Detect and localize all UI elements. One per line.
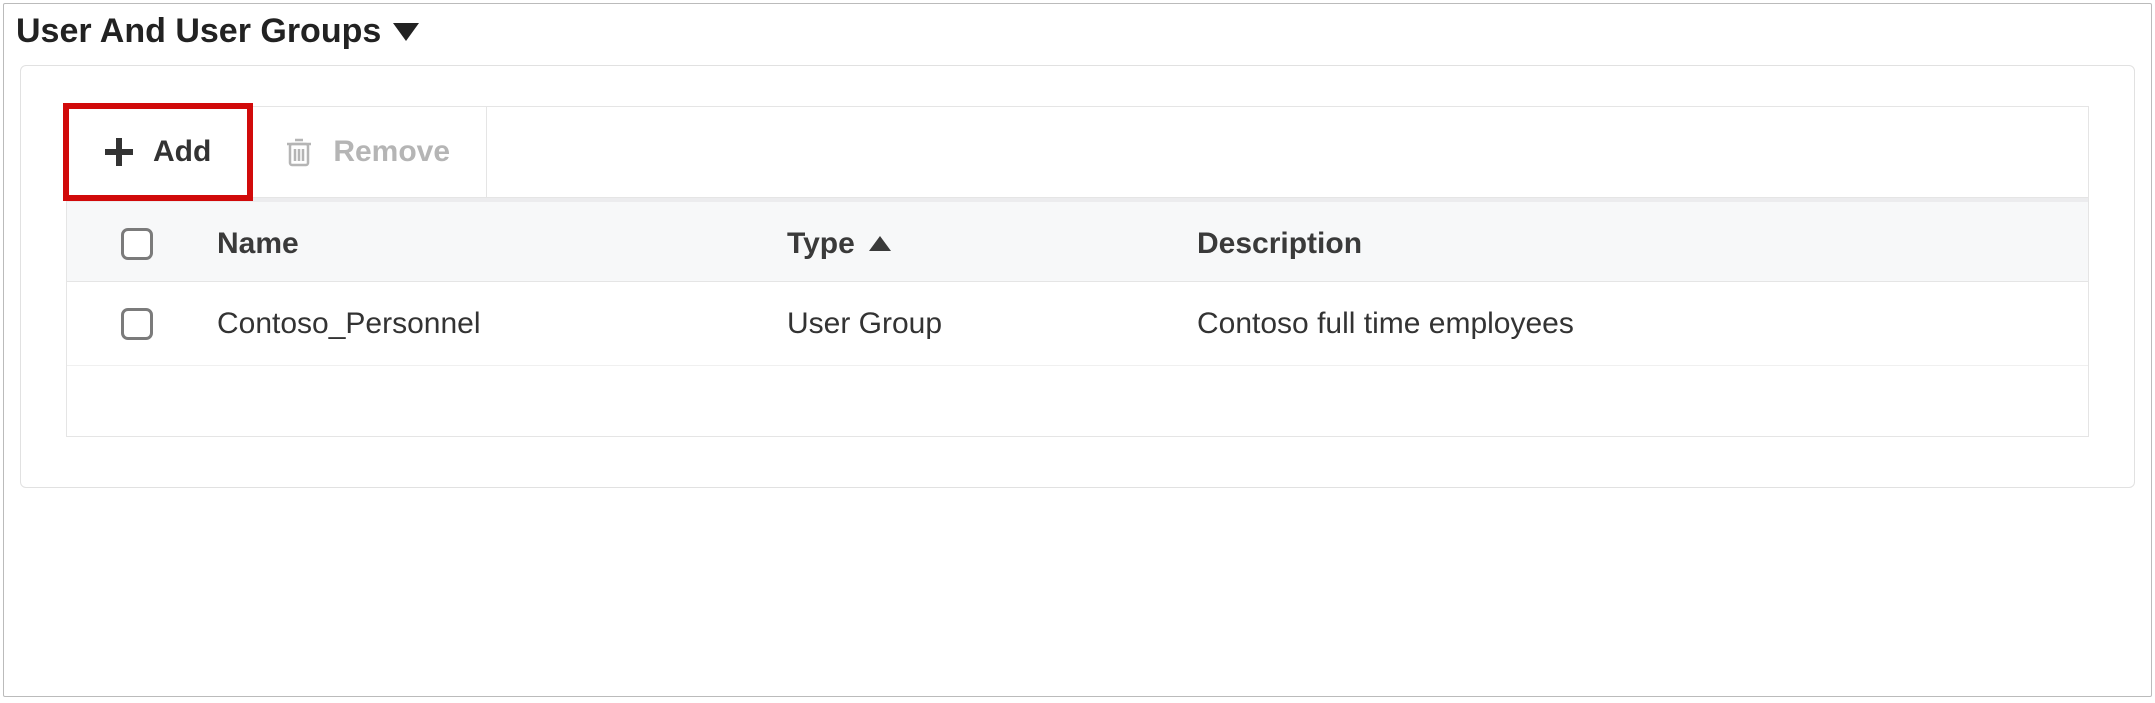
- row-checkbox-cell: [67, 308, 207, 340]
- row-type: User Group: [787, 307, 942, 341]
- remove-button[interactable]: Remove: [249, 107, 487, 197]
- select-all-checkbox[interactable]: [121, 228, 153, 260]
- add-button[interactable]: Add: [63, 103, 253, 201]
- table-empty-space: [67, 366, 2088, 436]
- row-name: Contoso_Personnel: [217, 307, 481, 341]
- row-name-cell: Contoso_Personnel: [207, 307, 777, 341]
- toolbar-spacer: [487, 107, 2088, 197]
- section-title: User And User Groups: [16, 12, 381, 51]
- row-checkbox[interactable]: [121, 308, 153, 340]
- remove-button-label: Remove: [333, 135, 450, 169]
- sort-asc-icon: [869, 236, 891, 251]
- add-button-label: Add: [153, 135, 211, 169]
- column-header-type-label: Type: [787, 227, 855, 261]
- row-type-cell: User Group: [777, 307, 1187, 341]
- user-groups-table: Name Type Description Contoso_Personn: [66, 198, 2089, 437]
- toolbar: Add Remove: [66, 106, 2089, 198]
- table-header-row: Name Type Description: [67, 198, 2088, 282]
- plus-icon: [105, 138, 133, 166]
- panel-outer: User And User Groups Add: [3, 3, 2152, 697]
- column-header-name-label: Name: [217, 227, 299, 261]
- column-header-type[interactable]: Type: [777, 227, 1187, 261]
- column-header-checkbox: [67, 228, 207, 260]
- column-header-description-label: Description: [1197, 227, 1362, 261]
- inner-panel: Add Remove: [20, 65, 2135, 488]
- caret-down-icon: [393, 23, 419, 41]
- table-row[interactable]: Contoso_Personnel User Group Contoso ful…: [67, 282, 2088, 366]
- trash-icon: [285, 136, 313, 168]
- row-description-cell: Contoso full time employees: [1187, 307, 2088, 341]
- section-header[interactable]: User And User Groups: [4, 4, 2151, 59]
- column-header-description[interactable]: Description: [1187, 227, 2088, 261]
- row-description: Contoso full time employees: [1197, 307, 1574, 341]
- column-header-name[interactable]: Name: [207, 227, 777, 261]
